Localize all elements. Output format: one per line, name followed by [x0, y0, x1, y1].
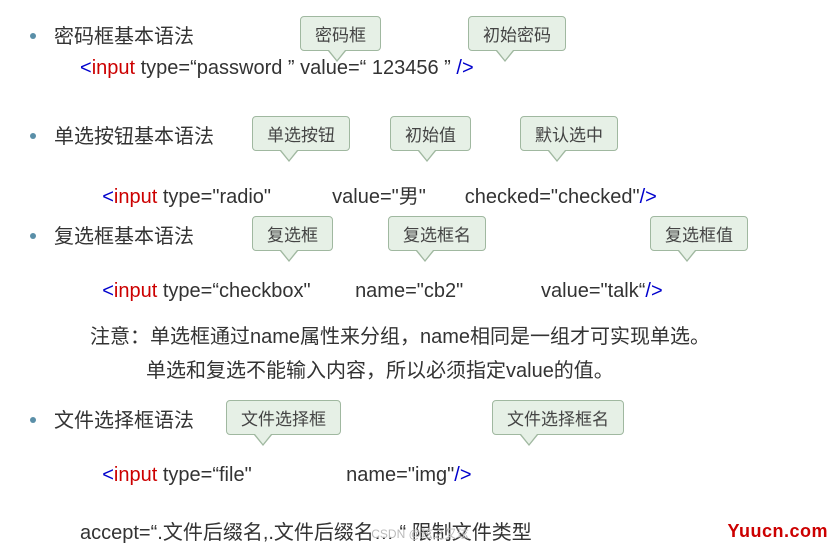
val-img: "img"	[408, 464, 454, 486]
attr-type: type=	[157, 280, 212, 302]
callout-radio: 单选按钮	[252, 116, 350, 151]
bullet-icon	[30, 133, 36, 139]
val-file: “file"	[212, 464, 251, 486]
angle-open: <	[102, 464, 114, 486]
val-checked: "checked"	[551, 186, 640, 208]
note-block: 注意：单选框通过name属性来分组，name相同是一组才可实现单选。 单选和复选…	[90, 320, 810, 388]
tag-input: input	[92, 57, 135, 79]
angle-close: />	[454, 464, 471, 486]
attr-type: type=	[157, 464, 212, 486]
callout-checkbox: 复选框	[252, 216, 333, 251]
callout-checked: 默认选中	[520, 116, 618, 151]
attr-type: type=	[135, 57, 190, 79]
section-title: 单选按钮基本语法	[54, 120, 214, 149]
watermark-csdn: CSDN @玹之又玹	[371, 525, 469, 542]
callout-file-name: 文件选择框名	[492, 400, 624, 435]
val-talk: "talk“	[601, 280, 646, 302]
val-checkbox: “checkbox"	[212, 280, 310, 302]
attr-type: type=	[157, 186, 212, 208]
bullet-icon	[30, 33, 36, 39]
val-password: “password ”	[190, 57, 294, 79]
angle-close: />	[451, 57, 474, 79]
val-radio: "radio"	[212, 186, 271, 208]
callout-password: 密码框	[300, 16, 381, 51]
attr-name: name=	[311, 280, 417, 302]
attr-name: name=	[252, 464, 408, 486]
code-line-file: <input type=“file" name="img"/>	[80, 441, 810, 510]
val-123456: “ 123456 ”	[360, 57, 451, 79]
tag-input: input	[114, 186, 157, 208]
title-line: 密码框基本语法	[30, 20, 810, 49]
angle-close: />	[645, 280, 662, 302]
section-checkbox: 复选框 复选框名 复选框值 复选框基本语法 <input type=“check…	[30, 220, 810, 300]
title-line: 文件选择框语法	[30, 404, 810, 433]
section-title: 文件选择框语法	[54, 404, 194, 433]
section-radio: 单选按钮 初始值 默认选中 单选按钮基本语法 <input type="radi…	[30, 120, 810, 200]
attr-value: value=	[271, 186, 392, 208]
note-line-2: 单选和复选不能输入内容，所以必须指定value的值。	[146, 354, 810, 388]
callout-checkbox-name: 复选框名	[388, 216, 486, 251]
val-cb2: "cb2"	[417, 280, 463, 302]
angle-open: <	[102, 186, 114, 208]
attr-value: value=	[463, 280, 600, 302]
bullet-icon	[30, 233, 36, 239]
callout-init-password: 初始密码	[468, 16, 566, 51]
watermark-yuucn: Yuucn.com	[727, 521, 828, 542]
callout-init-value: 初始值	[390, 116, 471, 151]
angle-close: />	[640, 186, 657, 208]
code-line-checkbox: <input type=“checkbox" name="cb2" value=…	[80, 257, 810, 326]
bullet-icon	[30, 417, 36, 423]
tag-input: input	[114, 280, 157, 302]
callout-checkbox-value: 复选框值	[650, 216, 748, 251]
section-title: 密码框基本语法	[54, 20, 194, 49]
val-male: "男"	[392, 186, 426, 208]
tag-input: input	[114, 464, 157, 486]
angle-open: <	[102, 280, 114, 302]
attr-checked: checked=	[426, 186, 551, 208]
angle-open: <	[80, 57, 92, 79]
section-password: 密码框 初始密码 密码框基本语法 <input type=“password ”…	[30, 20, 810, 100]
callout-file: 文件选择框	[226, 400, 341, 435]
section-file: 文件选择框 文件选择框名 文件选择框语法 <input type=“file" …	[30, 404, 810, 508]
code-line-password: <input type=“password ” value=“ 123456 ”…	[80, 57, 810, 80]
section-title: 复选框基本语法	[54, 220, 194, 249]
